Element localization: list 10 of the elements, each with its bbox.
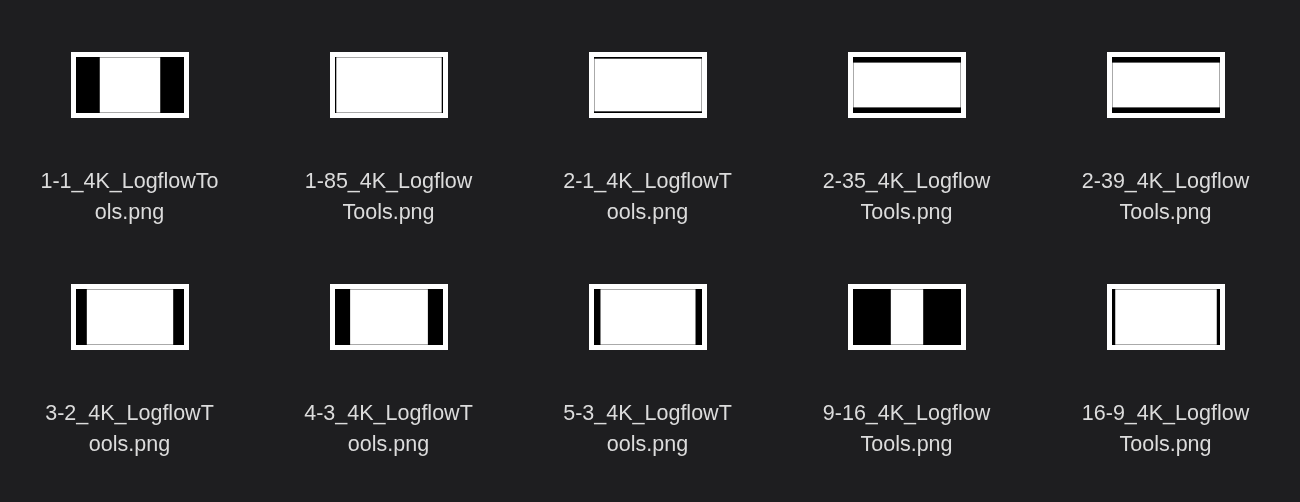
file-name[interactable]: 1-85_4K_Logflow Tools.png	[304, 166, 473, 228]
file-name[interactable]: 2-39_4K_Logflow Tools.png	[1081, 166, 1250, 228]
file-name[interactable]: 3-2_4K_LogflowT ools.png	[45, 398, 214, 460]
file-name[interactable]: 2-35_4K_Logflow Tools.png	[822, 166, 991, 228]
file-name[interactable]: 5-3_4K_LogflowT ools.png	[563, 398, 732, 460]
file-name[interactable]: 2-1_4K_LogflowT ools.png	[563, 166, 732, 228]
file-name[interactable]: 1-1_4K_LogflowTo ols.png	[40, 166, 219, 228]
file-name[interactable]: 16-9_4K_Logflow Tools.png	[1081, 398, 1250, 460]
file-name[interactable]: 9-16_4K_Logflow Tools.png	[822, 398, 991, 460]
file-name[interactable]: 4-3_4K_LogflowT ools.png	[304, 398, 473, 460]
